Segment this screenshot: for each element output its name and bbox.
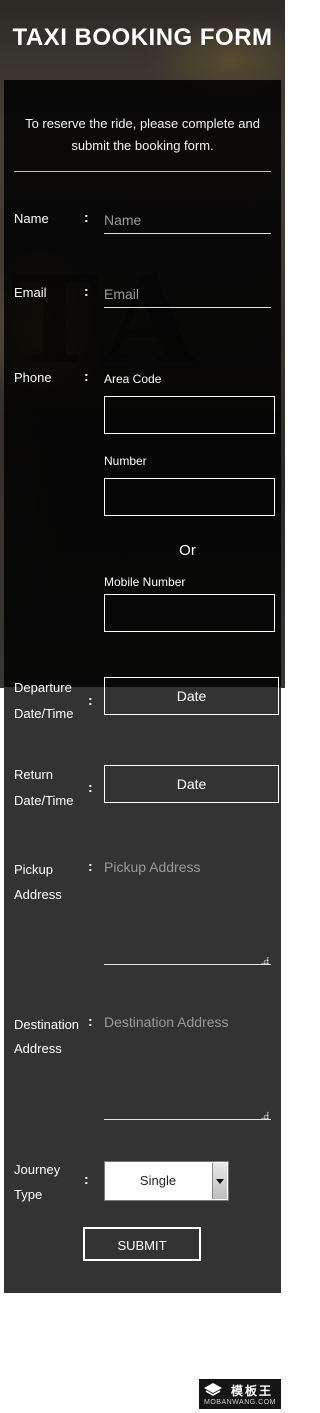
watermark-badge: 模板王 MOBANWANG.COM [199,1379,281,1409]
departure-date-button[interactable]: Date [104,677,279,715]
destination-label-line2: Address [14,1041,62,1056]
chevron-down-icon[interactable] [212,1163,227,1199]
email-colon: : [84,283,89,299]
mobile-number-label: Mobile Number [104,575,186,589]
pickup-label-line1: Pickup [14,862,54,877]
destination-label-line1: Destination [14,1017,80,1032]
pickup-label-line2: Address [14,887,62,902]
journey-label-line1: Journey [14,1162,61,1177]
area-code-input[interactable] [104,396,275,434]
departure-colon: : [88,692,93,708]
pickup-colon: : [88,858,93,874]
return-label-line1: Return [14,767,54,782]
phone-number-input[interactable] [104,478,275,516]
destination-address-textarea[interactable] [104,1014,271,1120]
name-input[interactable] [104,210,271,234]
mobile-number-input[interactable] [104,594,275,632]
departure-label-line1: Departure [14,680,72,695]
name-colon: : [84,209,89,225]
departure-label-line2: Date/Time [14,706,74,721]
return-date-button[interactable]: Date [104,765,279,803]
phone-label: Phone [14,370,52,385]
form-intro-text: To reserve the ride, please complete and… [25,116,260,153]
email-label: Email [14,285,47,300]
pickup-address-textarea[interactable] [104,859,271,965]
journey-type-select[interactable]: Single [104,1161,229,1201]
journey-type-value: Single [139,1173,177,1188]
or-divider-text: Or [179,542,196,559]
number-label: Number [104,454,147,468]
journey-colon: : [84,1171,89,1187]
intro-divider [14,171,271,172]
page-title: TAXI BOOKING FORM [12,24,273,51]
watermark-url: MOBANWANG.COM [204,1399,276,1406]
watermark-brand: 模板王 [231,1384,274,1398]
journey-label-line2: Type [14,1187,43,1202]
destination-colon: : [88,1013,93,1029]
return-label-line2: Date/Time [14,793,74,808]
submit-button[interactable]: SUBMIT [83,1227,201,1261]
area-code-label: Area Code [104,372,162,386]
booking-form-panel: To reserve the ride, please complete and… [4,80,281,1293]
email-input[interactable] [104,284,271,308]
name-label: Name [14,211,49,226]
watermark-logo-icon [204,1383,222,1396]
phone-colon: : [84,368,89,384]
return-colon: : [88,779,93,795]
